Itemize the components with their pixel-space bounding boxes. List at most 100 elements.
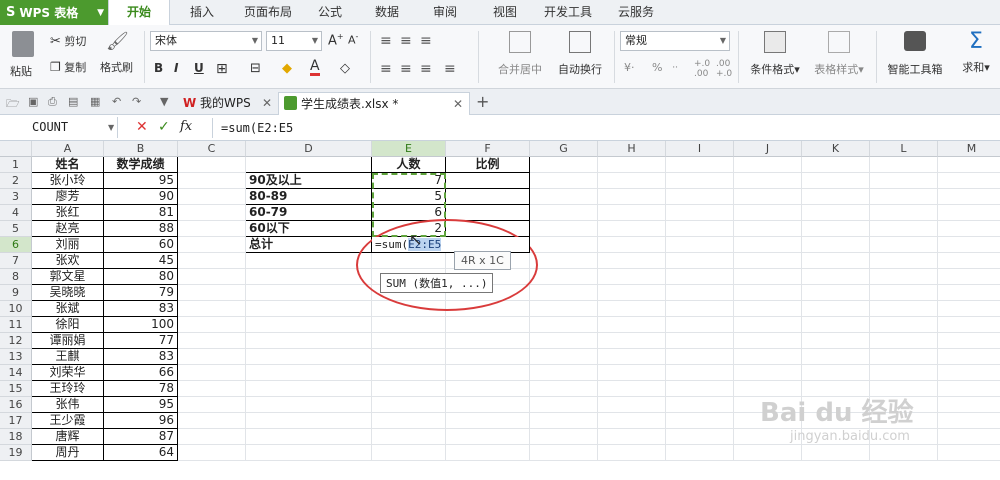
range-label[interactable]: 60-79 bbox=[246, 205, 372, 221]
cell[interactable] bbox=[870, 333, 938, 349]
range-label[interactable]: 60以下 bbox=[246, 221, 372, 237]
cell[interactable] bbox=[734, 205, 802, 221]
chevron-down-icon[interactable]: ▼ bbox=[108, 123, 114, 132]
cell[interactable] bbox=[870, 253, 938, 269]
cell[interactable] bbox=[666, 173, 734, 189]
cell[interactable] bbox=[734, 157, 802, 173]
menu-tab-5[interactable]: 审阅 bbox=[420, 0, 470, 25]
cell[interactable] bbox=[178, 365, 246, 381]
italic-button[interactable]: I bbox=[174, 61, 178, 75]
cell[interactable] bbox=[530, 205, 598, 221]
cell[interactable] bbox=[734, 189, 802, 205]
row-header-1[interactable]: 1 bbox=[0, 157, 32, 173]
cancel-icon[interactable]: ✕ bbox=[136, 119, 148, 135]
clear-icon[interactable]: ◇ bbox=[340, 61, 350, 76]
table-row-name[interactable]: 吴晓晓 bbox=[32, 285, 104, 301]
table-row-score[interactable]: 83 bbox=[104, 301, 178, 317]
cell[interactable] bbox=[734, 301, 802, 317]
cell[interactable] bbox=[870, 221, 938, 237]
row-header-17[interactable]: 17 bbox=[0, 413, 32, 429]
table-row-score[interactable]: 64 bbox=[104, 445, 178, 461]
cell[interactable] bbox=[372, 333, 446, 349]
cell[interactable] bbox=[530, 413, 598, 429]
cell[interactable] bbox=[530, 365, 598, 381]
conditional-format-button[interactable]: 条件格式▾ bbox=[744, 31, 806, 77]
cell[interactable] bbox=[246, 365, 372, 381]
smart-toolbox-button[interactable]: 智能工具箱 bbox=[884, 31, 946, 77]
row-header-13[interactable]: 13 bbox=[0, 349, 32, 365]
cell[interactable] bbox=[530, 445, 598, 461]
cell[interactable] bbox=[870, 157, 938, 173]
new-tab-icon[interactable]: + bbox=[476, 92, 489, 111]
cell[interactable] bbox=[372, 381, 446, 397]
insert-function-button[interactable]: fx bbox=[180, 119, 192, 134]
header-cell-count[interactable]: 人数 bbox=[372, 157, 446, 173]
table-row-name[interactable]: 王麒 bbox=[32, 349, 104, 365]
cell[interactable] bbox=[598, 157, 666, 173]
header-cell-math[interactable]: 数学成绩 bbox=[104, 157, 178, 173]
cell[interactable] bbox=[938, 445, 1000, 461]
chevron-down-icon[interactable]: ▼ bbox=[160, 95, 168, 108]
merge-cells-icon[interactable]: ⊟ bbox=[250, 61, 261, 76]
decrease-decimal-icon[interactable]: .00 +.0 bbox=[716, 59, 732, 79]
cell[interactable] bbox=[666, 445, 734, 461]
cell[interactable] bbox=[666, 349, 734, 365]
cell[interactable] bbox=[530, 301, 598, 317]
cell[interactable] bbox=[598, 237, 666, 253]
table-row-name[interactable]: 唐辉 bbox=[32, 429, 104, 445]
confirm-icon[interactable]: ✓ bbox=[158, 119, 170, 135]
cell[interactable] bbox=[734, 173, 802, 189]
table-row-name[interactable]: 廖芳 bbox=[32, 189, 104, 205]
column-header-G[interactable]: G bbox=[530, 141, 598, 157]
cell[interactable] bbox=[598, 221, 666, 237]
table-row-name[interactable]: 徐阳 bbox=[32, 317, 104, 333]
cell[interactable] bbox=[178, 189, 246, 205]
cell[interactable] bbox=[446, 317, 530, 333]
cell[interactable] bbox=[446, 397, 530, 413]
table-row-name[interactable]: 王少霞 bbox=[32, 413, 104, 429]
cell[interactable] bbox=[734, 445, 802, 461]
cell[interactable] bbox=[178, 301, 246, 317]
cell[interactable] bbox=[666, 237, 734, 253]
menu-tab-2[interactable]: 页面布局 bbox=[232, 0, 304, 25]
cell[interactable] bbox=[598, 285, 666, 301]
percent-button[interactable]: % bbox=[652, 61, 662, 74]
bold-button[interactable]: B bbox=[154, 61, 163, 75]
cell[interactable] bbox=[666, 429, 734, 445]
undo-icon[interactable]: ↶ bbox=[112, 95, 121, 108]
row-header-9[interactable]: 9 bbox=[0, 285, 32, 301]
cell[interactable] bbox=[666, 285, 734, 301]
cell[interactable] bbox=[734, 269, 802, 285]
close-icon[interactable]: ✕ bbox=[453, 93, 463, 115]
export-icon[interactable]: ▦ bbox=[90, 95, 100, 108]
align-bottom-icon[interactable]: ≡ bbox=[420, 33, 432, 49]
cell[interactable] bbox=[530, 157, 598, 173]
table-row-name[interactable]: 郭文星 bbox=[32, 269, 104, 285]
cell[interactable] bbox=[530, 237, 598, 253]
cell[interactable] bbox=[598, 205, 666, 221]
column-header-I[interactable]: I bbox=[666, 141, 734, 157]
column-header-L[interactable]: L bbox=[870, 141, 938, 157]
cell[interactable] bbox=[802, 285, 870, 301]
cell[interactable] bbox=[246, 445, 372, 461]
tab-student-grades[interactable]: 学生成绩表.xlsx * ✕ bbox=[278, 92, 470, 115]
table-row-score[interactable]: 95 bbox=[104, 397, 178, 413]
cell[interactable] bbox=[666, 333, 734, 349]
cell[interactable] bbox=[734, 365, 802, 381]
cell[interactable] bbox=[802, 173, 870, 189]
cell[interactable] bbox=[446, 445, 530, 461]
cell[interactable] bbox=[802, 205, 870, 221]
row-header-12[interactable]: 12 bbox=[0, 333, 32, 349]
cell[interactable] bbox=[666, 397, 734, 413]
table-row-name[interactable]: 张斌 bbox=[32, 301, 104, 317]
table-row-score[interactable]: 96 bbox=[104, 413, 178, 429]
cell[interactable] bbox=[802, 237, 870, 253]
redo-icon[interactable]: ↷ bbox=[132, 95, 141, 108]
header-cell-name[interactable]: 姓名 bbox=[32, 157, 104, 173]
cell[interactable] bbox=[938, 189, 1000, 205]
total-label[interactable]: 总计 bbox=[246, 237, 372, 253]
row-header-2[interactable]: 2 bbox=[0, 173, 32, 189]
menu-tab-6[interactable]: 视图 bbox=[478, 0, 532, 25]
cell[interactable] bbox=[870, 317, 938, 333]
cell[interactable] bbox=[666, 365, 734, 381]
